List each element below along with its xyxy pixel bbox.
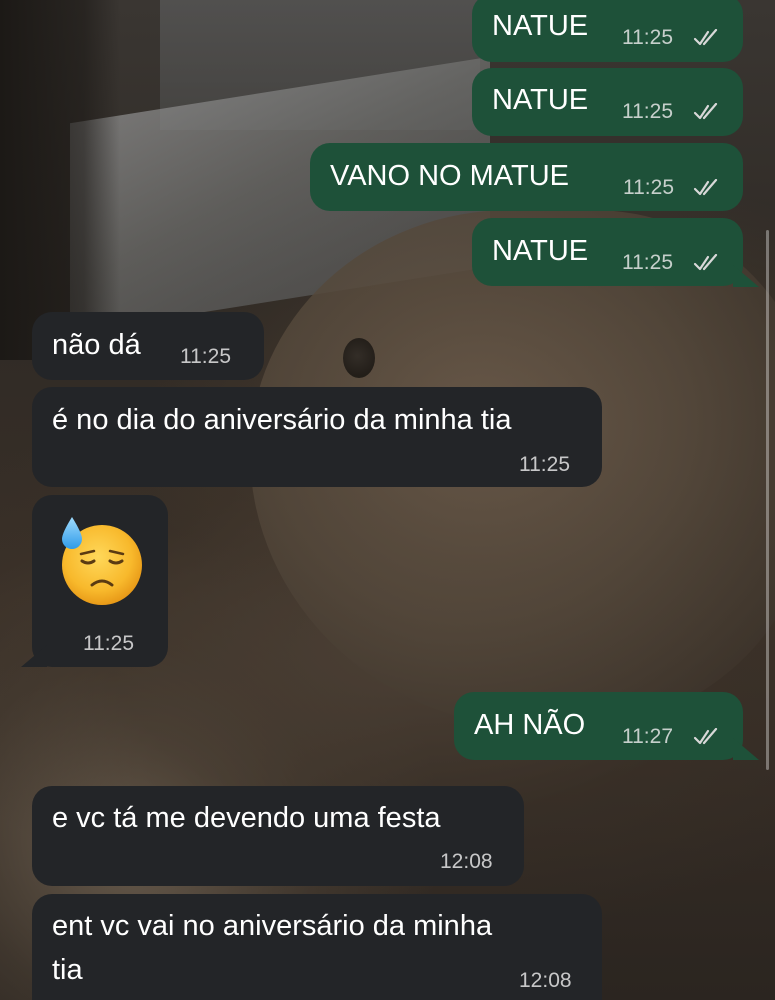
message-text: e vc tá me devendo uma festa (52, 802, 441, 834)
double-check-icon (693, 254, 718, 271)
message-text: AH NÃO (474, 709, 586, 741)
message-time: 11:25 (622, 100, 673, 123)
message-time: 11:25 (622, 251, 673, 274)
message-list[interactable]: NATUE 11:25 NATUE 11:25 VANO NO MATUE 11… (0, 0, 775, 1000)
message-text: NATUE (492, 84, 589, 116)
double-check-icon (693, 728, 718, 745)
message-text-line-2: tia (52, 954, 83, 986)
message-time: 11:27 (622, 725, 673, 748)
outgoing-message[interactable]: NATUE 11:25 (472, 68, 743, 136)
incoming-message[interactable]: não dá 11:25 (32, 312, 264, 380)
message-text: NATUE (492, 10, 589, 42)
incoming-message[interactable]: 11:25 (32, 495, 168, 667)
downcast-face-with-sweat-icon (62, 517, 142, 605)
double-check-icon (693, 103, 718, 120)
message-time: 11:25 (519, 453, 570, 476)
message-text-line-1: ent vc vai no aniversário da minha (52, 910, 493, 942)
message-time: 11:25 (180, 345, 231, 368)
incoming-message[interactable]: e vc tá me devendo uma festa 12:08 (32, 786, 524, 886)
message-time: 11:25 (623, 176, 674, 199)
message-text: NATUE (492, 235, 589, 267)
message-text: VANO NO MATUE (330, 160, 569, 192)
incoming-message[interactable]: é no dia do aniversário da minha tia 11:… (32, 387, 602, 487)
message-time: 11:25 (83, 632, 134, 655)
message-text: não dá (52, 329, 141, 361)
outgoing-message[interactable]: VANO NO MATUE 11:25 (310, 143, 743, 211)
outgoing-message[interactable]: AH NÃO 11:27 (454, 692, 743, 760)
message-time: 12:08 (519, 969, 572, 992)
message-text: é no dia do aniversário da minha tia (52, 404, 512, 436)
message-time: 12:08 (440, 850, 493, 873)
incoming-message[interactable]: ent vc vai no aniversário da minha tia 1… (32, 894, 602, 1000)
double-check-icon (693, 29, 718, 46)
message-time: 11:25 (622, 26, 673, 49)
scrollbar[interactable] (766, 230, 769, 770)
outgoing-message[interactable]: NATUE 11:25 (472, 218, 743, 286)
double-check-icon (693, 179, 718, 196)
outgoing-message[interactable]: NATUE 11:25 (472, 0, 743, 62)
